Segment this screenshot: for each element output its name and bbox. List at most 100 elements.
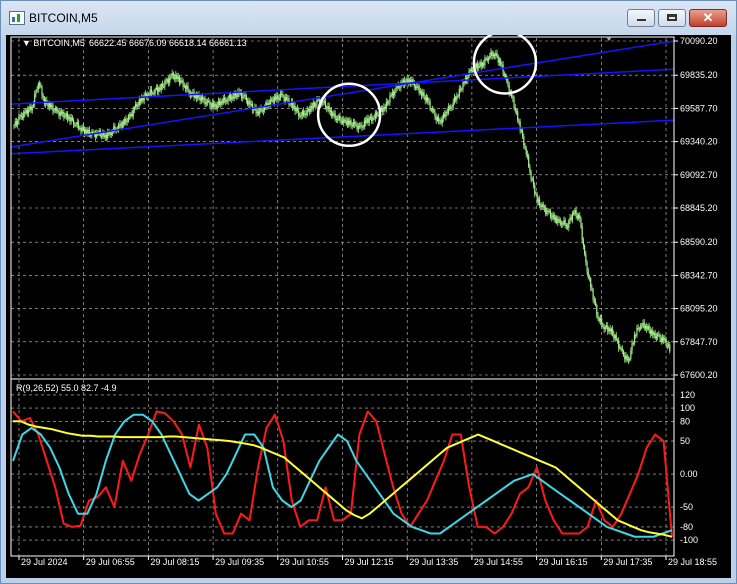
candle-body xyxy=(423,92,425,97)
close-button[interactable]: ✕ xyxy=(689,9,727,27)
candle-body xyxy=(311,106,313,109)
chart-window-icon xyxy=(9,11,25,25)
candle-body xyxy=(55,108,58,110)
candle-body xyxy=(242,96,244,98)
candle-body xyxy=(299,116,301,118)
price-tick-label: 67847.70 xyxy=(680,337,718,347)
candle-body xyxy=(484,58,486,66)
candle-body xyxy=(528,155,530,167)
candle-body xyxy=(139,98,142,102)
candle-body xyxy=(231,96,233,100)
candle-body xyxy=(393,92,395,96)
candle-body xyxy=(262,110,265,112)
candle-body xyxy=(492,54,494,57)
candle-body xyxy=(419,91,421,93)
candle-body xyxy=(223,97,226,100)
candle-body xyxy=(103,132,105,138)
candle-body xyxy=(293,105,295,108)
candle-body xyxy=(371,116,373,121)
candle-body xyxy=(593,299,595,302)
x-tick-label: 29 Jul 17:35 xyxy=(603,557,652,567)
candle-body xyxy=(609,328,611,332)
candle-body xyxy=(386,101,389,104)
window-titlebar[interactable]: BITCOIN,M5 ✕ xyxy=(1,1,736,35)
candle-body xyxy=(273,97,275,103)
candle-body xyxy=(541,204,543,207)
candle-body xyxy=(248,101,250,105)
candle-body xyxy=(188,90,190,94)
candle-body xyxy=(137,105,139,107)
candle-body xyxy=(375,112,378,116)
candle-body xyxy=(551,216,553,218)
candle-body xyxy=(28,110,30,114)
candle-body xyxy=(212,103,215,107)
candle-body xyxy=(130,113,132,117)
candle-body xyxy=(161,84,164,87)
candle-body xyxy=(135,103,137,108)
candle-body xyxy=(156,87,159,92)
chart-canvas[interactable]: 29 Jul 2024 29 Jul 06:55 29 Jul 08:15 29 Ju… xyxy=(6,35,731,578)
candle-body xyxy=(350,120,352,126)
candle-body xyxy=(287,98,289,100)
candle-body xyxy=(51,105,53,108)
candle-body xyxy=(167,79,170,83)
ohlc-values: 66622.45 66676.09 66618.14 66661.13 xyxy=(89,38,247,48)
candle-body xyxy=(250,104,252,106)
x-tick-label: 29 Jul 09:35 xyxy=(215,557,264,567)
candle-body xyxy=(653,332,655,335)
candle-body xyxy=(620,347,622,349)
candle-body xyxy=(206,100,209,103)
candle-body xyxy=(264,107,266,111)
candle-body xyxy=(133,107,136,110)
price-tick-label: 68845.20 xyxy=(680,203,718,213)
candle-body xyxy=(178,76,181,83)
symbol-label: ▼ BITCOIN,M5 66622.45 66676.09 66618.14 6… xyxy=(22,38,247,48)
candle-body xyxy=(517,111,519,121)
candle-body xyxy=(85,129,87,134)
candle-body xyxy=(579,214,581,219)
candle-body xyxy=(181,80,183,82)
candle-body xyxy=(399,87,401,89)
candle-body xyxy=(337,118,339,120)
candle-body xyxy=(186,85,188,90)
candle-body xyxy=(665,338,667,346)
candle-body xyxy=(204,98,206,105)
candle-body xyxy=(382,107,384,112)
candle-body xyxy=(598,318,600,322)
candle-body xyxy=(444,113,446,117)
x-tick-label: 29 Jul 16:15 xyxy=(539,557,588,567)
minimize-button[interactable] xyxy=(627,9,655,27)
candle-body xyxy=(406,78,408,82)
candle-body xyxy=(383,106,385,112)
candle-body xyxy=(657,334,659,337)
candle-body xyxy=(249,101,251,105)
candle-body xyxy=(226,101,228,103)
candle-body xyxy=(365,120,367,123)
candle-body xyxy=(642,322,644,325)
candle-body xyxy=(621,348,623,351)
candle-body xyxy=(543,207,546,209)
candle-body xyxy=(636,327,638,336)
candle-body xyxy=(122,122,125,125)
candle-body xyxy=(351,125,353,127)
candle-body xyxy=(496,53,498,57)
candle-body xyxy=(529,166,531,172)
candle-body xyxy=(539,199,541,206)
candle-body xyxy=(48,103,50,108)
candle-body xyxy=(148,94,150,96)
candle-body xyxy=(584,245,586,254)
candle-body xyxy=(234,92,237,95)
price-tick-label: 69835.20 xyxy=(680,70,718,80)
candle-body xyxy=(395,87,397,91)
candle-body xyxy=(434,112,436,117)
candle-body xyxy=(47,103,49,108)
candle-body xyxy=(114,126,116,131)
maximize-button[interactable] xyxy=(658,9,686,27)
candle-body xyxy=(646,326,648,330)
chart-area[interactable]: 29 Jul 2024 29 Jul 06:55 29 Jul 08:15 29 Ju… xyxy=(6,35,731,578)
candle-body xyxy=(536,194,538,203)
candle-body xyxy=(554,217,557,220)
candle-body xyxy=(436,117,438,121)
candle-body xyxy=(537,199,539,203)
candle-body xyxy=(15,121,18,125)
